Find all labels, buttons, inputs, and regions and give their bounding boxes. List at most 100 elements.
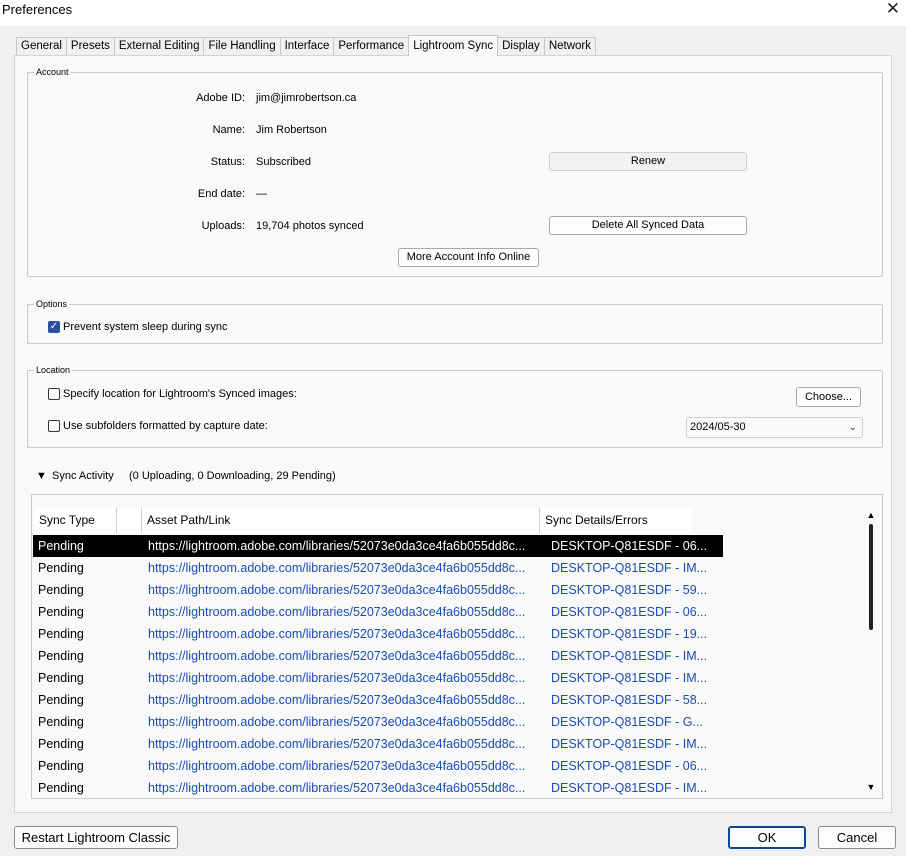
table-row[interactable]: Pending https://lightroom.adobe.com/libr… [33, 711, 723, 733]
renew-button[interactable]: Renew [549, 152, 747, 171]
tab-performance[interactable]: Performance [333, 37, 410, 56]
cell-sync-type: Pending [38, 583, 84, 597]
cell-asset-path[interactable]: https://lightroom.adobe.com/libraries/52… [143, 667, 546, 689]
cell-asset-path[interactable]: https://lightroom.adobe.com/libraries/52… [143, 689, 546, 711]
table-row[interactable]: Pending https://lightroom.adobe.com/libr… [33, 601, 723, 623]
cell-asset-path[interactable]: https://lightroom.adobe.com/libraries/52… [143, 733, 546, 755]
table-row[interactable]: Pending https://lightroom.adobe.com/libr… [33, 535, 723, 557]
tab-interface[interactable]: Interface [279, 37, 335, 56]
scroll-up-arrow-icon[interactable]: ▲ [866, 510, 876, 520]
tab-external-editing[interactable]: External Editing [113, 37, 205, 56]
cell-asset-path[interactable]: https://lightroom.adobe.com/libraries/52… [143, 601, 546, 623]
uploads-value: 19,704 photos synced [256, 220, 364, 232]
cell-asset-path[interactable]: https://lightroom.adobe.com/libraries/52… [143, 535, 546, 557]
sync-activity-toggle-icon[interactable]: ▼ [36, 470, 47, 482]
cell-asset-path[interactable]: https://lightroom.adobe.com/libraries/52… [143, 579, 546, 601]
specify-location-label: Specify location for Lightroom's Synced … [63, 388, 297, 400]
table-header: Sync Type Asset Path/Link Sync Details/E… [34, 508, 692, 533]
table-row[interactable]: Pending https://lightroom.adobe.com/libr… [33, 689, 723, 711]
cell-asset-path[interactable]: https://lightroom.adobe.com/libraries/52… [143, 623, 546, 645]
scroll-down-arrow-icon[interactable]: ▼ [866, 782, 876, 792]
table-row[interactable]: Pending https://lightroom.adobe.com/libr… [33, 579, 723, 601]
tab-bar: General Presets External Editing File Ha… [16, 35, 596, 56]
table-row[interactable]: Pending https://lightroom.adobe.com/libr… [33, 667, 723, 689]
cell-asset-path[interactable]: https://lightroom.adobe.com/libraries/52… [143, 777, 546, 798]
close-icon[interactable]: ✕ [886, 0, 900, 19]
cell-sync-type: Pending [38, 715, 84, 729]
tab-display[interactable]: Display [497, 37, 545, 56]
sync-activity-label: Sync Activity [52, 470, 114, 482]
scrollbar-thumb[interactable] [869, 524, 873, 630]
options-group-title: Options [34, 297, 70, 311]
column-header-sync-type[interactable]: Sync Type [34, 508, 117, 533]
cell-sync-type: Pending [38, 539, 84, 553]
tab-network[interactable]: Network [543, 37, 596, 56]
cell-sync-type: Pending [38, 671, 84, 685]
adobe-id-value: jim@jimrobertson.ca [256, 92, 357, 104]
cell-sync-details: DESKTOP-Q81ESDF - 06... [551, 605, 706, 619]
cell-asset-path[interactable]: https://lightroom.adobe.com/libraries/52… [143, 711, 546, 733]
column-header-blank[interactable] [117, 508, 142, 533]
choose-button[interactable]: Choose... [796, 387, 861, 407]
column-header-asset-path[interactable]: Asset Path/Link [142, 508, 540, 533]
location-group-title: Location [34, 363, 73, 377]
prevent-sleep-checkbox[interactable]: ✓ [48, 321, 60, 333]
cell-sync-type: Pending [38, 693, 84, 707]
cell-asset-path[interactable]: https://lightroom.adobe.com/libraries/52… [143, 755, 546, 777]
cell-sync-details: DESKTOP-Q81ESDF - 06... [551, 759, 706, 773]
uploads-label: Uploads: [201, 220, 245, 232]
title-bar: Preferences ✕ [0, 0, 906, 26]
cell-sync-details: DESKTOP-Q81ESDF - IM... [551, 649, 706, 663]
lightroom-sync-panel: Account Adobe ID: jim@jimrobertson.ca Na… [14, 55, 892, 813]
cell-asset-path[interactable]: https://lightroom.adobe.com/libraries/52… [143, 645, 546, 667]
table-body: Pending https://lightroom.adobe.com/libr… [33, 535, 723, 798]
date-format-value: 2024/05-30 [690, 421, 746, 433]
tab-presets[interactable]: Presets [65, 37, 115, 56]
cell-sync-details: DESKTOP-Q81ESDF - 19... [551, 627, 706, 641]
cell-sync-type: Pending [38, 649, 84, 663]
ok-button[interactable]: OK [728, 826, 806, 849]
account-group: Account Adobe ID: jim@jimrobertson.ca Na… [27, 65, 883, 277]
sync-activity-summary: (0 Uploading, 0 Downloading, 29 Pending) [129, 470, 336, 482]
cell-sync-details: DESKTOP-Q81ESDF - IM... [551, 561, 706, 575]
prevent-sleep-label: Prevent system sleep during sync [63, 321, 228, 333]
table-row[interactable]: Pending https://lightroom.adobe.com/libr… [33, 733, 723, 755]
cell-sync-type: Pending [38, 605, 84, 619]
cell-sync-details: DESKTOP-Q81ESDF - IM... [551, 737, 706, 751]
subfolders-checkbox[interactable] [48, 420, 60, 432]
window-title: Preferences [2, 2, 73, 17]
date-format-select[interactable]: 2024/05-30 ⌄ [686, 417, 863, 438]
column-header-sync-details[interactable]: Sync Details/Errors [540, 508, 692, 533]
subfolders-label: Use subfolders formatted by capture date… [63, 420, 268, 432]
table-row[interactable]: Pending https://lightroom.adobe.com/libr… [33, 557, 723, 579]
cell-sync-details: DESKTOP-Q81ESDF - IM... [551, 671, 706, 685]
table-row[interactable]: Pending https://lightroom.adobe.com/libr… [33, 623, 723, 645]
table-row[interactable]: Pending https://lightroom.adobe.com/libr… [33, 645, 723, 667]
location-group: Location Specify location for Lightroom'… [27, 363, 883, 448]
name-label: Name: [212, 124, 245, 136]
delete-all-synced-data-button[interactable]: Delete All Synced Data [549, 216, 747, 235]
tab-general[interactable]: General [16, 37, 67, 56]
cell-sync-type: Pending [38, 759, 84, 773]
cancel-button[interactable]: Cancel [818, 826, 896, 849]
more-account-info-button[interactable]: More Account Info Online [398, 248, 539, 267]
cell-sync-type: Pending [38, 737, 84, 751]
vertical-scrollbar[interactable]: ▲ ▼ [866, 510, 876, 792]
cell-sync-details: DESKTOP-Q81ESDF - IM... [551, 781, 706, 795]
tab-file-handling[interactable]: File Handling [203, 37, 281, 56]
cell-asset-path[interactable]: https://lightroom.adobe.com/libraries/52… [143, 557, 546, 579]
restart-lightroom-button[interactable]: Restart Lightroom Classic [14, 826, 178, 849]
sync-activity-table: Sync Type Asset Path/Link Sync Details/E… [31, 494, 883, 799]
name-value: Jim Robertson [256, 124, 327, 136]
status-value: Subscribed [256, 156, 312, 168]
table-row[interactable]: Pending https://lightroom.adobe.com/libr… [33, 777, 723, 798]
specify-location-checkbox[interactable] [48, 388, 60, 400]
chevron-down-icon: ⌄ [848, 422, 857, 433]
cell-sync-details: DESKTOP-Q81ESDF - 59... [551, 583, 706, 597]
end-date-label: End date: [197, 188, 245, 200]
tab-lightroom-sync[interactable]: Lightroom Sync [408, 35, 499, 56]
table-row[interactable]: Pending https://lightroom.adobe.com/libr… [33, 755, 723, 777]
account-group-title: Account [34, 65, 71, 79]
cell-sync-details: DESKTOP-Q81ESDF - 58... [551, 693, 706, 707]
options-group: Options ✓ Prevent system sleep during sy… [27, 297, 883, 344]
